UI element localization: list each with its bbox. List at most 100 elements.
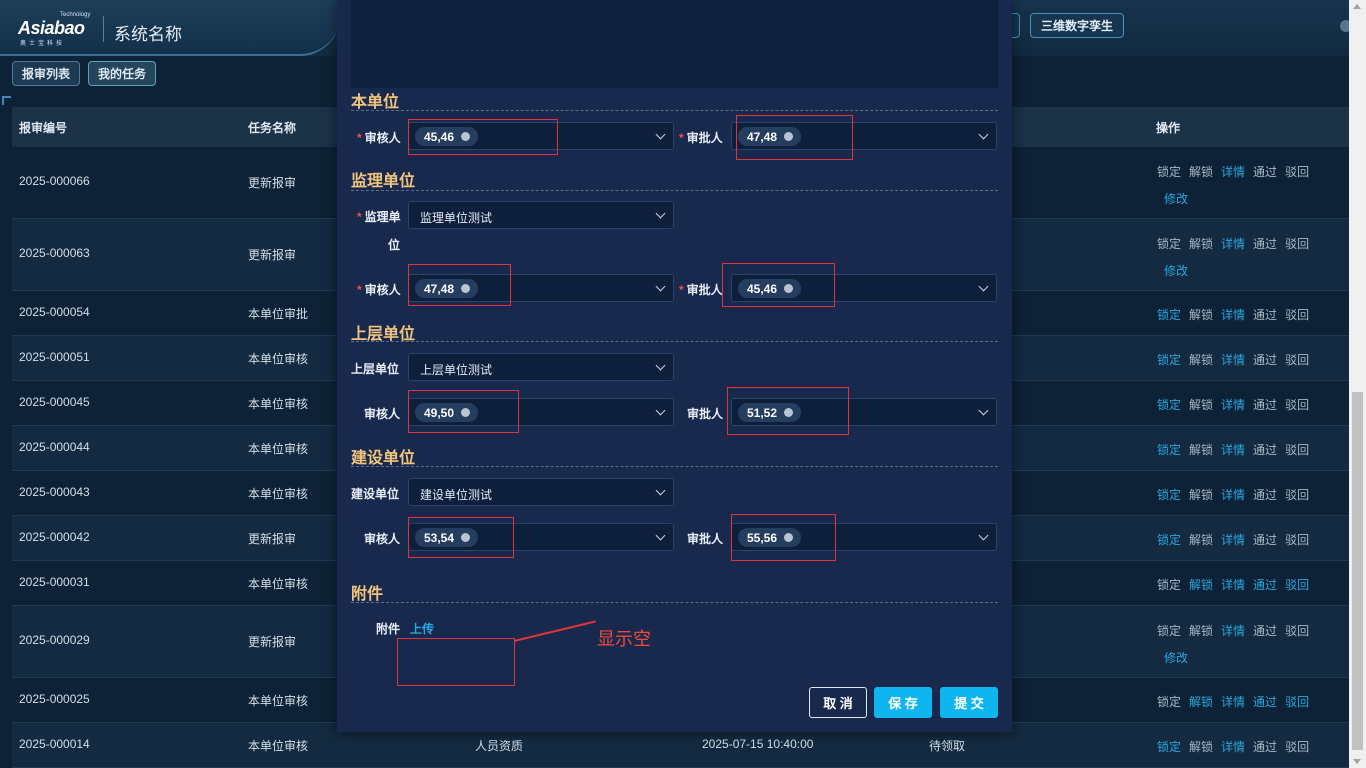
reject-link[interactable]: 驳回 xyxy=(1285,695,1309,709)
lock-link[interactable]: 锁定 xyxy=(1157,353,1181,367)
reject-link[interactable]: 驳回 xyxy=(1285,624,1309,638)
detail-link[interactable]: 详情 xyxy=(1221,695,1245,709)
column-header-task: 任务名称 xyxy=(248,121,297,135)
tab-my-tasks[interactable]: 我的任务 xyxy=(88,61,157,86)
lock-link[interactable]: 锁定 xyxy=(1157,533,1181,547)
detail-link[interactable]: 详情 xyxy=(1221,398,1245,412)
reject-link[interactable]: 驳回 xyxy=(1285,353,1309,367)
unlock-link[interactable]: 解锁 xyxy=(1189,308,1213,322)
pass-link[interactable]: 通过 xyxy=(1253,624,1277,638)
lock-link[interactable]: 锁定 xyxy=(1157,695,1181,709)
cancel-button[interactable]: 取 消 xyxy=(809,687,867,718)
reject-link[interactable]: 驳回 xyxy=(1285,237,1309,251)
scroll-down-arrow-icon[interactable] xyxy=(1353,759,1361,764)
chevron-down-icon xyxy=(978,405,989,416)
cell-status: 待领取 xyxy=(929,739,966,753)
reject-link[interactable]: 驳回 xyxy=(1285,533,1309,547)
digital-twin-button[interactable]: 三维数字孪生 xyxy=(1030,13,1124,38)
pass-link[interactable]: 通过 xyxy=(1253,237,1277,251)
upper-unit-select[interactable]: 上层单位测试 xyxy=(408,353,674,381)
own-reviewer-label: * 审核人 xyxy=(357,131,401,145)
cell-task: 更新报审 xyxy=(248,176,297,190)
supervision-unit-select[interactable]: 监理单位测试 xyxy=(408,201,674,229)
highlight-box xyxy=(408,390,519,433)
detail-link[interactable]: 详情 xyxy=(1221,237,1245,251)
pass-link[interactable]: 通过 xyxy=(1253,695,1277,709)
header-divider xyxy=(103,16,104,42)
cell-id: 2025-000066 xyxy=(19,174,90,188)
pass-link[interactable]: 通过 xyxy=(1253,578,1277,592)
unlock-link[interactable]: 解锁 xyxy=(1189,398,1213,412)
upload-link[interactable]: 上传 xyxy=(410,620,434,637)
tab-review-list[interactable]: 报审列表 xyxy=(12,61,81,86)
cell-task: 更新报审 xyxy=(248,635,297,649)
construction-unit-select[interactable]: 建设单位测试 xyxy=(408,478,674,506)
pass-link[interactable]: 通过 xyxy=(1253,165,1277,179)
reject-link[interactable]: 驳回 xyxy=(1285,165,1309,179)
cell-id: 2025-000045 xyxy=(19,395,90,409)
unlock-link[interactable]: 解锁 xyxy=(1189,353,1213,367)
page-scrollbar[interactable] xyxy=(1349,0,1366,768)
lock-link[interactable]: 锁定 xyxy=(1157,165,1181,179)
cell-task: 更新报审 xyxy=(248,532,297,546)
unlock-link[interactable]: 解锁 xyxy=(1189,624,1213,638)
own-approver-label: * 审批人 xyxy=(679,131,723,145)
highlight-box xyxy=(727,387,849,435)
unlock-link[interactable]: 解锁 xyxy=(1189,165,1213,179)
lock-link[interactable]: 锁定 xyxy=(1157,488,1181,502)
section-title-construction: 建设单位 xyxy=(351,450,416,467)
edit-link[interactable]: 修改 xyxy=(1164,649,1188,666)
column-header-ops: 操作 xyxy=(1156,121,1181,135)
detail-link[interactable]: 详情 xyxy=(1221,533,1245,547)
reject-link[interactable]: 驳回 xyxy=(1285,578,1309,592)
lock-link[interactable]: 锁定 xyxy=(1157,624,1181,638)
edit-link[interactable]: 修改 xyxy=(1164,262,1188,279)
unlock-link[interactable]: 解锁 xyxy=(1189,533,1213,547)
pass-link[interactable]: 通过 xyxy=(1253,488,1277,502)
detail-link[interactable]: 详情 xyxy=(1221,740,1245,754)
reject-link[interactable]: 驳回 xyxy=(1285,308,1309,322)
submit-button[interactable]: 提 交 xyxy=(940,687,998,718)
cell-task: 本单位审批 xyxy=(248,307,309,321)
chevron-down-icon xyxy=(978,530,989,541)
unlock-link[interactable]: 解锁 xyxy=(1189,237,1213,251)
pass-link[interactable]: 通过 xyxy=(1253,533,1277,547)
row-actions: 锁定 解锁 详情 通过 驳回 xyxy=(1157,306,1317,323)
pass-link[interactable]: 通过 xyxy=(1253,398,1277,412)
lock-link[interactable]: 锁定 xyxy=(1157,443,1181,457)
unlock-link[interactable]: 解锁 xyxy=(1189,443,1213,457)
highlight-box xyxy=(408,517,514,558)
pass-link[interactable]: 通过 xyxy=(1253,308,1277,322)
lock-link[interactable]: 锁定 xyxy=(1157,398,1181,412)
pass-link[interactable]: 通过 xyxy=(1253,443,1277,457)
detail-link[interactable]: 详情 xyxy=(1221,624,1245,638)
scroll-thumb[interactable] xyxy=(1352,392,1363,750)
lock-link[interactable]: 锁定 xyxy=(1157,740,1181,754)
detail-link[interactable]: 详情 xyxy=(1221,165,1245,179)
unlock-link[interactable]: 解锁 xyxy=(1189,740,1213,754)
highlight-box xyxy=(408,119,558,155)
lock-link[interactable]: 锁定 xyxy=(1157,578,1181,592)
reject-link[interactable]: 驳回 xyxy=(1285,443,1309,457)
reject-link[interactable]: 驳回 xyxy=(1285,488,1309,502)
pass-link[interactable]: 通过 xyxy=(1253,740,1277,754)
reject-link[interactable]: 驳回 xyxy=(1285,398,1309,412)
cell-task: 本单位审核 xyxy=(248,487,309,501)
scroll-up-arrow-icon[interactable] xyxy=(1353,4,1361,9)
reject-link[interactable]: 驳回 xyxy=(1285,740,1309,754)
edit-link[interactable]: 修改 xyxy=(1164,190,1188,207)
unlock-link[interactable]: 解锁 xyxy=(1189,578,1213,592)
unlock-link[interactable]: 解锁 xyxy=(1189,695,1213,709)
lock-link[interactable]: 锁定 xyxy=(1157,308,1181,322)
save-button[interactable]: 保 存 xyxy=(874,687,932,718)
section-title-supervision: 监理单位 xyxy=(351,173,416,190)
lock-link[interactable]: 锁定 xyxy=(1157,237,1181,251)
detail-link[interactable]: 详情 xyxy=(1221,308,1245,322)
detail-link[interactable]: 详情 xyxy=(1221,488,1245,502)
detail-link[interactable]: 详情 xyxy=(1221,353,1245,367)
unlock-link[interactable]: 解锁 xyxy=(1189,488,1213,502)
detail-link[interactable]: 详情 xyxy=(1221,578,1245,592)
supervision-unit-label: * 监理单 xyxy=(357,210,401,224)
detail-link[interactable]: 详情 xyxy=(1221,443,1245,457)
pass-link[interactable]: 通过 xyxy=(1253,353,1277,367)
